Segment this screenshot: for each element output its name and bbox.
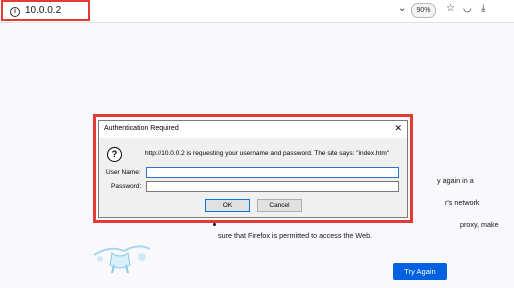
question-icon: ? — [107, 147, 122, 162]
browser-toolbar: i 10.0.0.2 ⌄ 90% ☆ ◡ ⤓ — [0, 0, 514, 23]
star-icon[interactable]: ☆ — [446, 3, 455, 14]
try-again-button[interactable]: Try Again — [393, 263, 447, 280]
auth-dialog: Authentication Required ✕ ? http://10.0.… — [98, 120, 408, 218]
error-text-line: r's network — [445, 198, 480, 207]
error-text-line: y again in a — [437, 176, 474, 185]
error-text-line: proxy, make — [460, 220, 499, 229]
download-icon[interactable]: ⤓ — [481, 3, 485, 14]
username-field[interactable] — [146, 167, 399, 178]
offline-illustration — [93, 245, 151, 274]
username-label: User Name: — [106, 169, 141, 176]
dialog-title: Authentication Required — [104, 125, 179, 132]
url-bar[interactable]: i 10.0.0.2 — [1, 0, 90, 21]
password-label: Password: — [111, 183, 142, 190]
dialog-titlebar: Authentication Required ✕ — [99, 121, 407, 138]
error-text-line: sure that Firefox is permitted to access… — [218, 231, 373, 240]
close-icon[interactable]: ✕ — [394, 123, 402, 134]
cancel-button[interactable]: Cancel — [257, 199, 302, 212]
ok-button[interactable]: OK — [205, 199, 250, 212]
dialog-message: http://10.0.0.2 is requesting your usern… — [145, 150, 390, 157]
save-pocket-icon[interactable]: ◡ — [463, 3, 472, 14]
password-field[interactable] — [146, 181, 399, 192]
chevron-down-icon[interactable]: ⌄ — [398, 3, 406, 14]
url-text: 10.0.0.2 — [25, 5, 62, 16]
info-icon[interactable]: i — [10, 7, 20, 17]
zoom-level-button[interactable]: 90% — [411, 3, 436, 18]
bullet — [213, 223, 216, 226]
